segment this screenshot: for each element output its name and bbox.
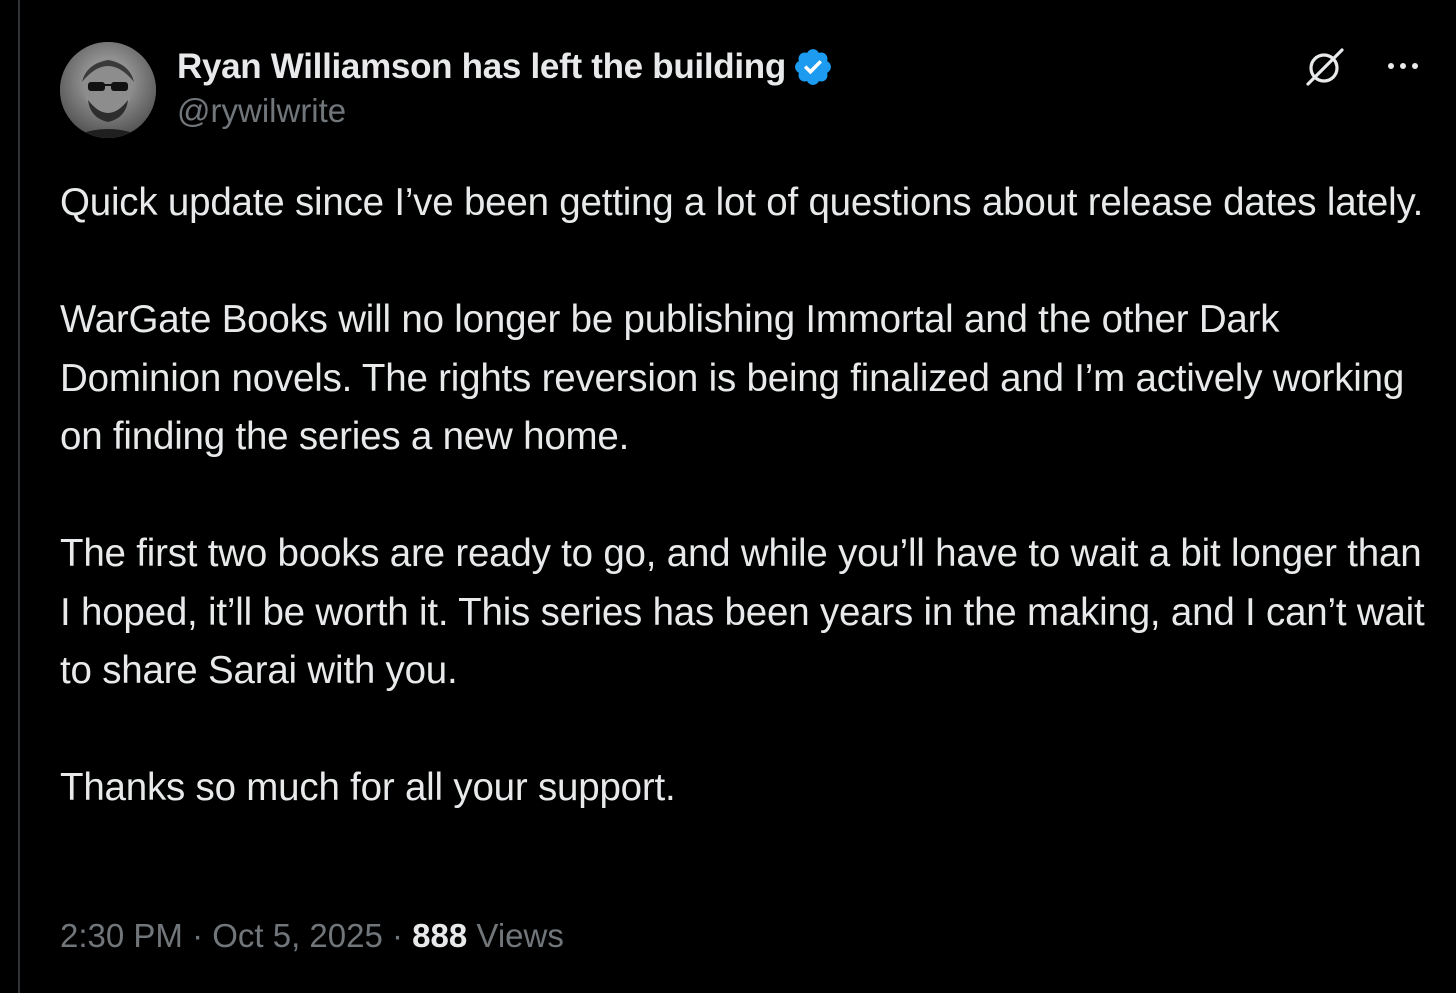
post-paragraph: WarGate Books will no longer be publishi… bbox=[60, 298, 1415, 458]
views-label: Views bbox=[476, 917, 564, 954]
post-date[interactable]: Oct 5, 2025 bbox=[212, 917, 383, 954]
avatar-image bbox=[60, 42, 156, 138]
display-name-row: Ryan Williamson has left the building bbox=[177, 44, 834, 90]
avatar[interactable] bbox=[60, 42, 156, 138]
author-handle[interactable]: @rywilwrite bbox=[177, 92, 834, 130]
display-name[interactable]: Ryan Williamson has left the building bbox=[177, 47, 786, 87]
post-paragraph: Thanks so much for all your support. bbox=[60, 766, 676, 809]
post-header: Ryan Williamson has left the building @r… bbox=[60, 42, 1426, 142]
post-meta: 2:30 PM · Oct 5, 2025 · 888 Views bbox=[60, 917, 564, 955]
post-paragraph: The first two books are ready to go, and… bbox=[60, 532, 1436, 692]
meta-separator: · bbox=[182, 917, 213, 954]
post-text: Quick update since I’ve been getting a l… bbox=[60, 174, 1440, 818]
verified-badge-icon[interactable] bbox=[792, 46, 834, 88]
post-card: Ryan Williamson has left the building @r… bbox=[0, 0, 1456, 993]
views-count[interactable]: 888 bbox=[412, 917, 467, 954]
grok-icon[interactable] bbox=[1302, 44, 1348, 90]
column-divider bbox=[18, 0, 20, 993]
more-icon[interactable] bbox=[1380, 48, 1426, 84]
post-paragraph: Quick update since I’ve been getting a l… bbox=[60, 181, 1424, 224]
author-block: Ryan Williamson has left the building @r… bbox=[177, 44, 834, 130]
post-time[interactable]: 2:30 PM bbox=[60, 917, 183, 954]
meta-separator: · bbox=[382, 917, 413, 954]
